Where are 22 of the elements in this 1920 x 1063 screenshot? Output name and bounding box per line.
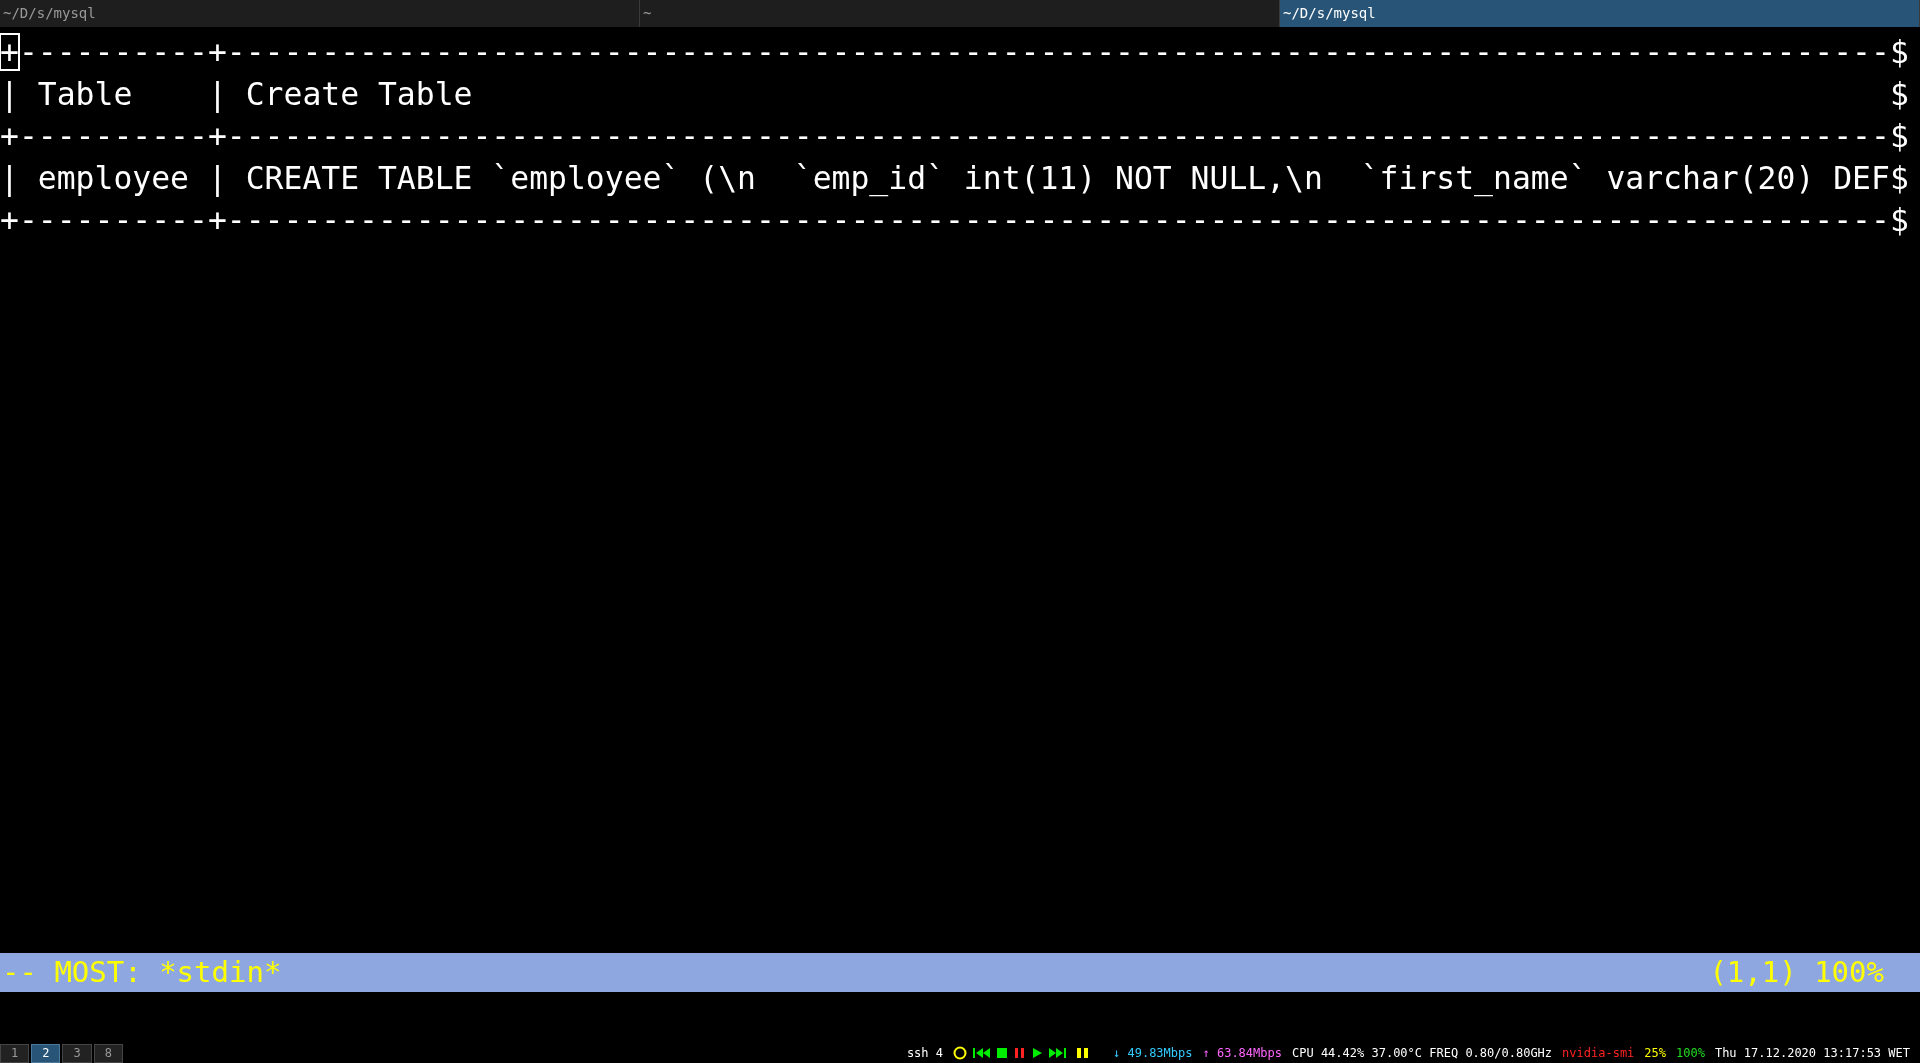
terminal-tab[interactable]: ~	[640, 0, 1280, 27]
status-text: Thu 17.12.2020 13:17:53 WET	[1714, 1046, 1910, 1060]
status-text: ssh 4	[906, 1046, 943, 1060]
table-border-line: +----------+----------------------------------------------------------------------------------------$	[0, 117, 1910, 156]
workspace-button[interactable]: 3	[62, 1043, 92, 1063]
table-row-line: | employee | CREATE TABLE `employee` (\n `emp_id` int(11) NOT NULL,\n `first_name` varchar(20) DEF$	[0, 159, 1910, 199]
table-row-line: | Table | Create Table $	[0, 75, 1910, 115]
status-text: ↑ 63.84Mbps	[1202, 1046, 1282, 1060]
status-text: nvidia-smi	[1562, 1046, 1635, 1060]
table-border-line: +----------+----------------------------------------------------------------------------------------$	[0, 33, 1910, 72]
table-border-line: +----------+----------------------------------------------------------------------------------------$	[0, 201, 1910, 240]
terminal-tab[interactable]: ~/D/s/mysql	[0, 0, 640, 27]
workspace-button[interactable]: 8	[93, 1043, 123, 1063]
cursor-position-text: (1,1) 100%	[1709, 954, 1884, 991]
workspace-button[interactable]: 2	[31, 1043, 61, 1063]
status-text: 100%	[1676, 1046, 1705, 1060]
status-text: ↓ 49.83Mbps	[1113, 1046, 1193, 1060]
status-text: CPU 44.42% 37.00°C FREQ 0.80/0.80GHz	[1292, 1046, 1553, 1060]
pager-mode-text: -- MOST: *stdin*	[2, 954, 282, 991]
terminal-tab[interactable]: ~/D/s/mysql	[1280, 0, 1920, 27]
status-text: 25%	[1644, 1046, 1666, 1060]
workspace-button[interactable]: 1	[0, 1043, 30, 1063]
